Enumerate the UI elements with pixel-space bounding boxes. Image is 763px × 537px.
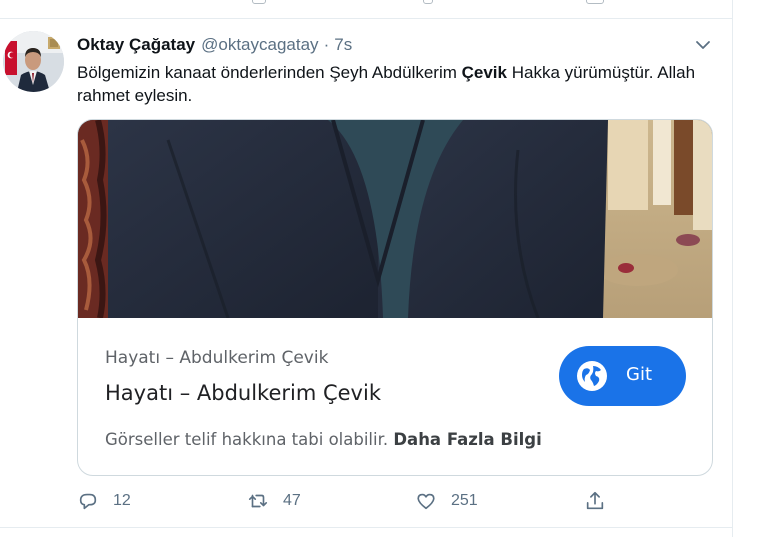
retweet-button[interactable]: 47 [247, 489, 301, 513]
chevron-down-icon [696, 41, 710, 49]
card-photo [78, 120, 712, 319]
retweet-count: 47 [283, 492, 301, 509]
share-icon [586, 491, 604, 510]
avatar-photo [3, 31, 64, 92]
tweet-text: Bölgemizin kanaat önderlerinden Şeyh Abd… [77, 61, 717, 107]
git-button[interactable]: Git [559, 346, 686, 406]
display-name[interactable]: Oktay Çağatay [77, 35, 195, 55]
copyright-note-text: Görseller telif hakkına tabi olabilir. [105, 430, 389, 449]
previous-like-icon-fragment [423, 0, 433, 4]
like-count: 251 [451, 492, 478, 509]
previous-retweet-icon-fragment [252, 0, 266, 4]
more-info-link[interactable]: Daha Fazla Bilgi [393, 430, 541, 449]
tweet-actions: 12 47 251 [77, 489, 637, 513]
tweet-header: Oktay Çağatay @oktaycagatay · 7s [77, 35, 352, 55]
tweet-divider-bottom [0, 527, 732, 528]
reply-icon [79, 493, 97, 510]
user-handle[interactable]: @oktaycagatay [201, 35, 318, 55]
previous-share-icon-fragment [586, 0, 604, 4]
card-title[interactable]: Hayatı – Abdulkerim Çevik [105, 381, 381, 405]
tweet-text-bold: Çevik [461, 63, 507, 82]
card-body: Hayatı – Abdulkerim Çevik Hayatı – Abdul… [78, 318, 712, 475]
timeline-border [732, 0, 733, 537]
copyright-note: Görseller telif hakkına tabi olabilir. D… [105, 430, 542, 449]
retweet-icon [248, 494, 268, 508]
timestamp[interactable]: 7s [334, 35, 352, 55]
git-button-label: Git [626, 364, 653, 385]
separator-dot: · [323, 35, 330, 54]
tweet-text-start: Bölgemizin kanaat önderlerinden Şeyh Abd… [77, 63, 462, 82]
share-button[interactable] [584, 489, 606, 513]
link-preview-card[interactable]: Hayatı – Abdulkerim Çevik Hayatı – Abdul… [77, 119, 713, 476]
reply-count: 12 [113, 492, 131, 509]
previous-tweet-actions-fragment [0, 0, 732, 18]
like-button[interactable]: 251 [415, 489, 478, 513]
more-options-button[interactable] [694, 36, 712, 54]
card-image [78, 120, 712, 319]
globe-icon [577, 361, 607, 391]
reply-button[interactable]: 12 [77, 489, 131, 513]
tweet[interactable]: Oktay Çağatay @oktaycagatay · 7s Bölgemi… [0, 19, 732, 527]
heart-icon [417, 493, 435, 510]
avatar[interactable] [3, 31, 64, 92]
card-site-name: Hayatı – Abdulkerim Çevik [105, 348, 329, 368]
